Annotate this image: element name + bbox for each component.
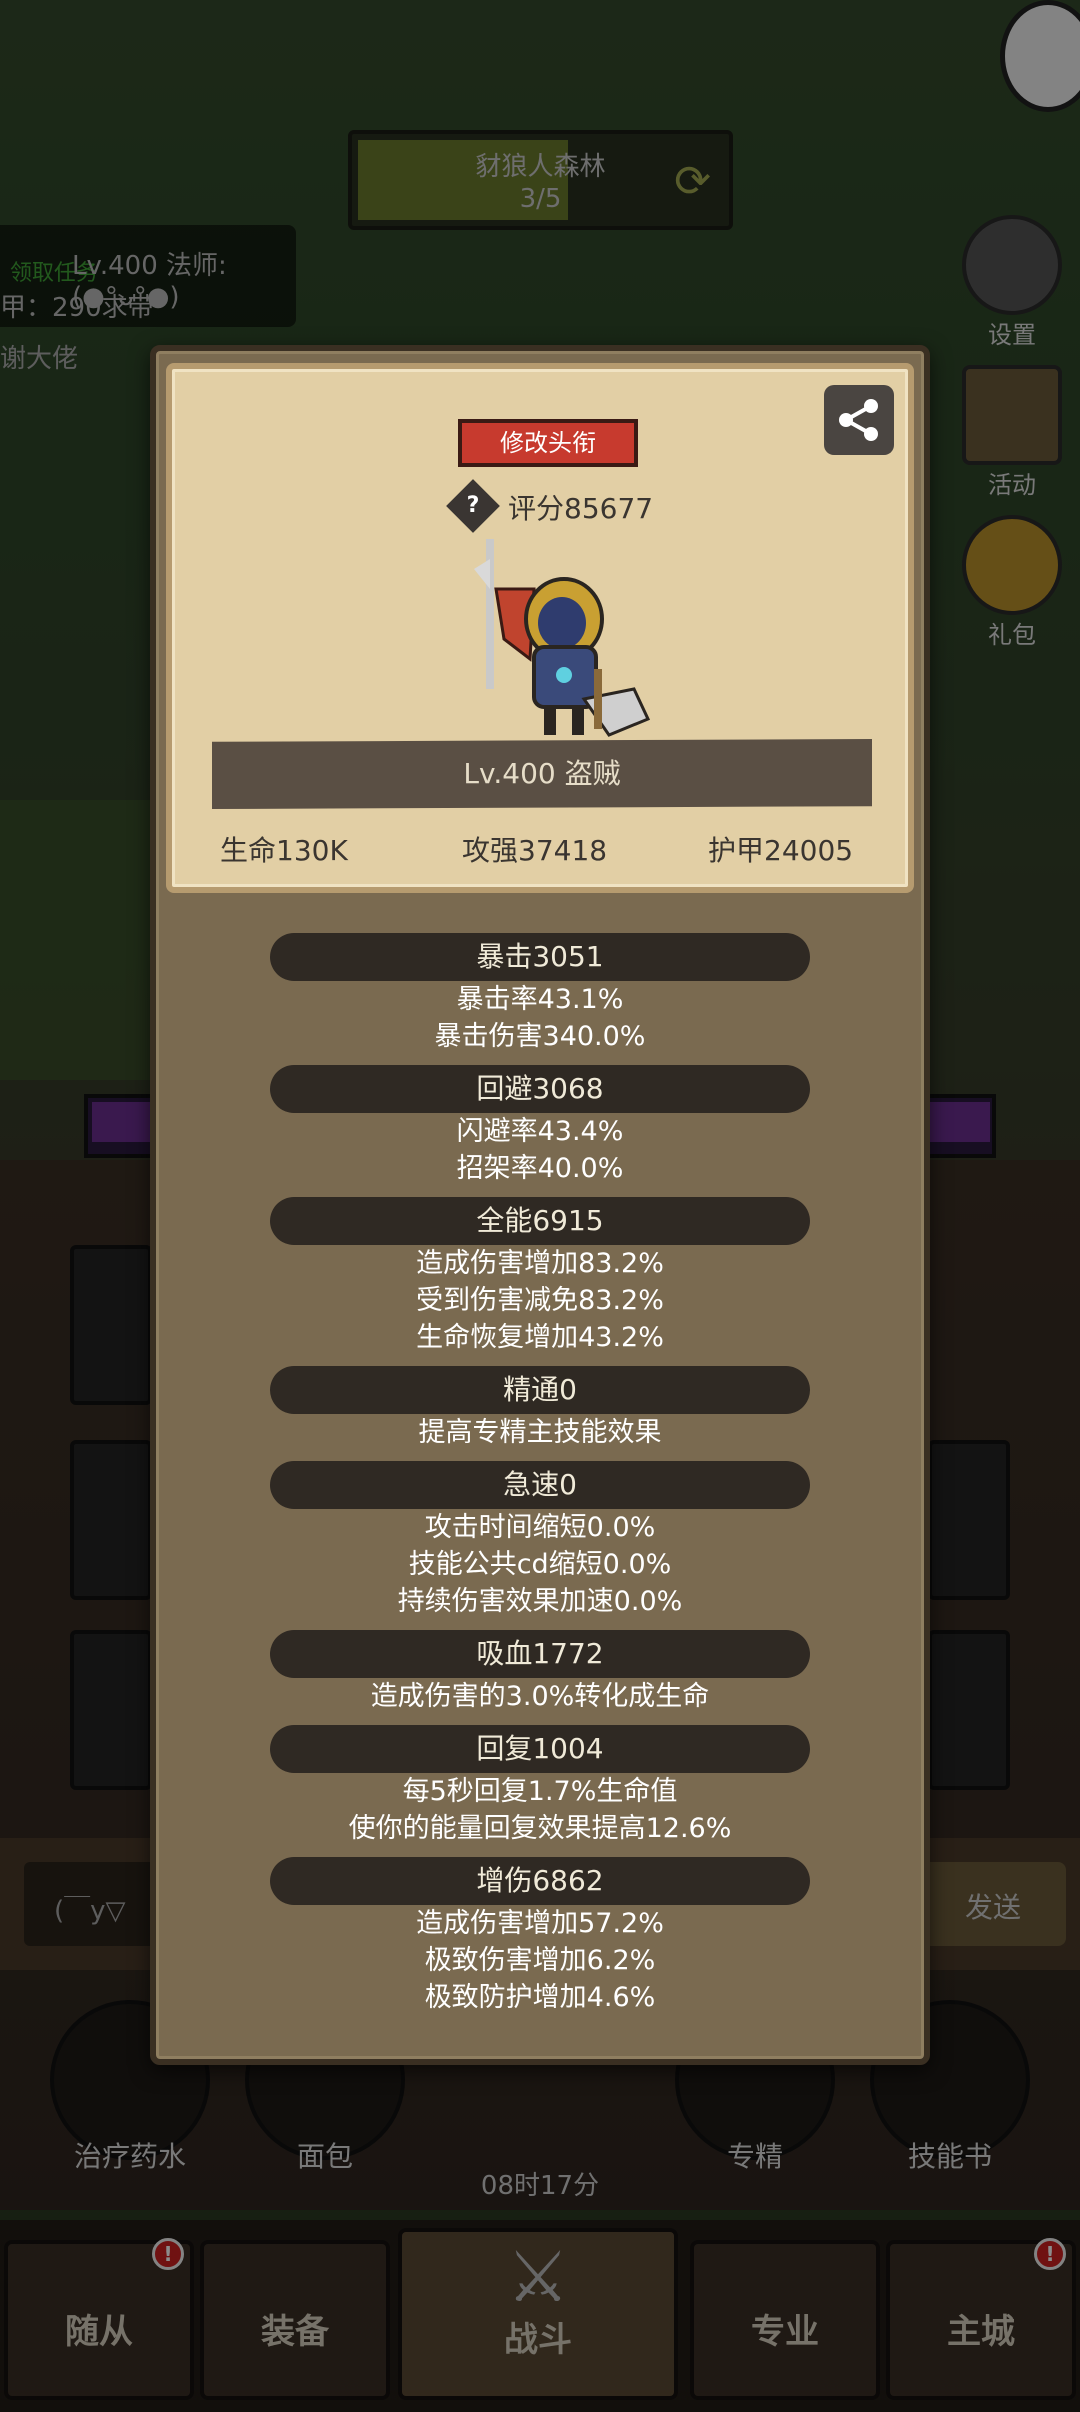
stat-detail-line: 暴击伤害340.0% (434, 1021, 646, 1052)
stat-group: 暴击3051 暴击率43.1% 暴击伤害340.0% (156, 933, 924, 1055)
armor-stat: 护甲24005 (708, 834, 854, 867)
stat-detail-line: 闪避率43.4% (456, 1116, 624, 1147)
stat-detail-line: 攻击时间缩短0.0% (424, 1512, 656, 1543)
edit-title-button[interactable]: 修改头衔 (458, 419, 638, 467)
score-text: 评分85677 (508, 492, 654, 525)
share-icon (839, 399, 878, 441)
stat-detail-line: 受到伤害减免83.2% (416, 1285, 664, 1316)
stat-group: 回复1004 每5秒回复1.7%生命值使你的能量回复效果提高12.6% (156, 1725, 924, 1847)
stat-detail-line: 造成伤害的3.0%转化成生命 (370, 1681, 710, 1712)
stat-header: 吸血1772 (270, 1630, 810, 1678)
stat-detail-line: 极致防护增加4.6% (424, 1982, 656, 2013)
stat-header: 增伤6862 (270, 1857, 810, 1905)
stat-detail-line: 持续伤害效果加速0.0% (397, 1586, 683, 1617)
stat-detail-line: 使你的能量回复效果提高12.6% (348, 1813, 732, 1844)
stat-detail-line: 暴击率43.1% (456, 984, 624, 1015)
stat-header: 精通0 (270, 1366, 810, 1414)
stat-detail-line: 生命恢复增加43.2% (416, 1322, 664, 1353)
stat-group: 回避3068 闪避率43.4% 招架率40.0% (156, 1065, 924, 1187)
stat-detail-line: 造成伤害增加83.2% (416, 1248, 664, 1279)
stat-header: 急速0 (270, 1461, 810, 1509)
stat-header: 回复1004 (270, 1725, 810, 1773)
stat-group: 急速0 攻击时间缩短0.0% 技能公共cd缩短0.0% 持续伤害效果加速0.0% (156, 1461, 924, 1620)
share-button[interactable] (824, 385, 894, 455)
stat-header: 全能6915 (270, 1197, 810, 1245)
stat-detail-line: 造成伤害增加57.2% (416, 1908, 664, 1939)
character-stats-modal: 修改头衔 ? 评分85677 Lv.400 盗贼 生命130K 攻强37418 … (150, 345, 930, 2065)
stat-detail-line: 极致伤害增加6.2% (424, 1945, 656, 1976)
stat-header: 回避3068 (270, 1065, 810, 1113)
stat-detail-line: 每5秒回复1.7%生命值 (402, 1776, 678, 1807)
stat-group: 吸血1772 造成伤害的3.0%转化成生命 (156, 1630, 924, 1715)
stat-group: 全能6915 造成伤害增加83.2% 受到伤害减免83.2% 生命恢复增加43.2% (156, 1197, 924, 1356)
stat-detail-line: 招架率40.0% (456, 1153, 624, 1184)
stat-detail-line: 提高专精主技能效果 (418, 1417, 662, 1448)
stats-list: 暴击3051 暴击率43.1% 暴击伤害340.0% 回避3068 闪避率43.4% 招架… (156, 923, 924, 2016)
stat-group: 增伤6862 造成伤害增加57.2% 极致伤害增加6.2% 极致防护增加4.6% (156, 1857, 924, 2016)
hp-stat: 生命130K (220, 834, 348, 867)
character-sprite (474, 539, 651, 737)
class-level-bar: Lv.400 盗贼 (212, 739, 872, 809)
attack-stat: 攻强37418 (462, 834, 608, 867)
stat-header: 暴击3051 (270, 933, 810, 981)
character-card: 修改头衔 ? 评分85677 Lv.400 盗贼 生命130K 攻强37418 … (166, 363, 914, 893)
help-icon[interactable]: ? (446, 479, 500, 533)
help-icon-label: ? (466, 493, 480, 518)
stat-detail-line: 技能公共cd缩短0.0% (408, 1549, 672, 1580)
stat-group: 精通0 提高专精主技能效果 (156, 1366, 924, 1451)
